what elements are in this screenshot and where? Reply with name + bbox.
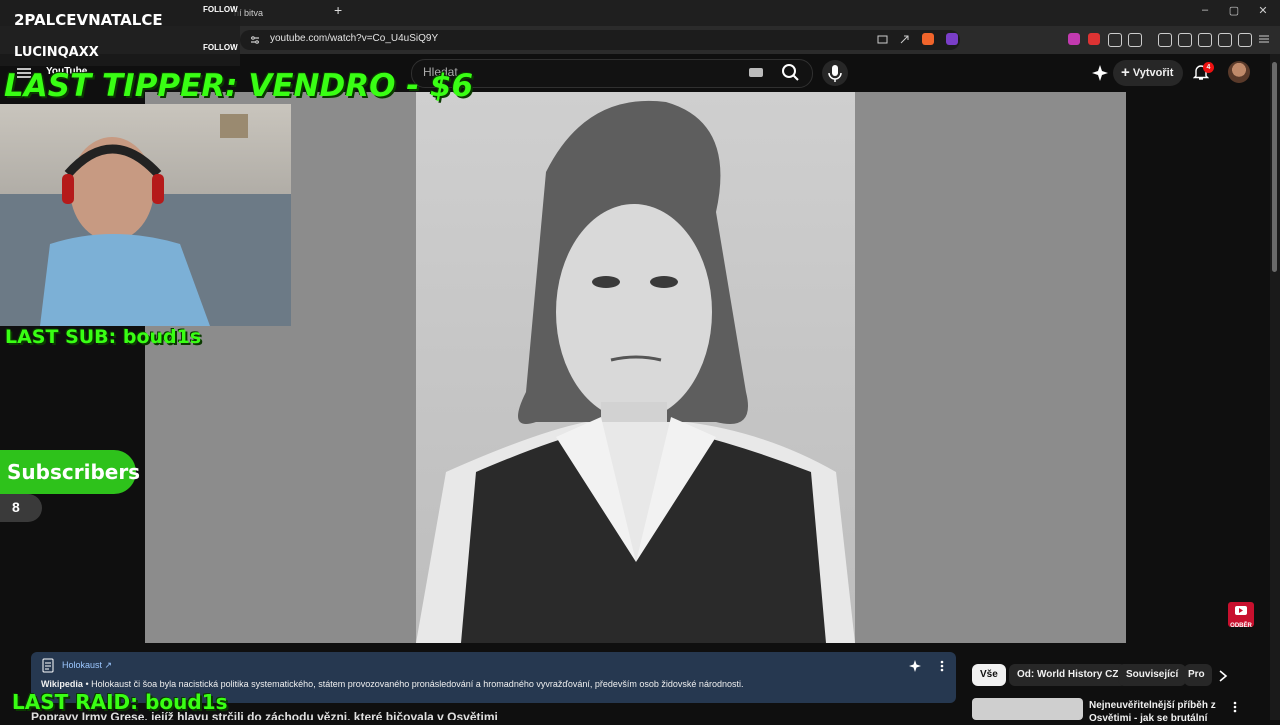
extension-icon[interactable]: [1068, 33, 1080, 45]
webcam-overlay: [0, 104, 291, 326]
account-avatar[interactable]: [1228, 61, 1250, 83]
subscribers-count-pill: [0, 494, 42, 522]
puzzle-icon[interactable]: [1108, 33, 1122, 47]
subscribers-count: 8: [12, 499, 20, 515]
info-text: Wikipedia • Holokaust či šoa byla nacist…: [41, 679, 743, 689]
channel-name: LUCINQAXX: [14, 45, 99, 60]
last-tipper-label: LAST TIPPER: VENDRO - $6: [4, 68, 474, 104]
maximize-button[interactable]: ▢: [1224, 4, 1244, 20]
portrait-image: [416, 100, 855, 643]
video-frame-portrait: [416, 92, 855, 643]
plus-icon: +: [1121, 64, 1130, 81]
youtube-play-icon: [1235, 606, 1247, 615]
scrollbar-thumb[interactable]: [1272, 62, 1277, 272]
ai-sparkle-icon[interactable]: [908, 659, 922, 673]
webcam-image: [0, 114, 291, 326]
ai-sparkle-icon[interactable]: [1091, 64, 1109, 82]
holokaust-link[interactable]: Holokaust ↗: [62, 660, 112, 671]
last-raid-label: LAST RAID: boud1s: [12, 690, 228, 714]
channel-name: 2PALCEVNATALCE: [14, 11, 163, 29]
chevron-right-icon[interactable]: [1217, 669, 1229, 683]
brave-rewards-icon[interactable]: [946, 33, 958, 45]
more-options-icon[interactable]: [1230, 700, 1240, 714]
wallet-icon[interactable]: [1198, 33, 1212, 47]
cast-icon[interactable]: [877, 35, 888, 45]
channel-watermark-button[interactable]: ODBĚR: [1228, 602, 1254, 629]
follow-button[interactable]: FOLLOW: [203, 5, 238, 14]
right-sidebar: [1126, 92, 1270, 643]
chip-from-channel[interactable]: Od: World History CZ: [1009, 664, 1127, 686]
browser-tab[interactable]: ní bitva: [234, 4, 330, 26]
share-icon[interactable]: [899, 34, 910, 45]
microphone-icon: [828, 65, 842, 82]
voice-search-button[interactable]: [822, 60, 848, 86]
follow-button[interactable]: FOLLOW: [203, 43, 238, 52]
subscribe-watermark-label: ODBĚR: [1230, 623, 1252, 629]
site-info-icon[interactable]: [250, 35, 260, 45]
chip-for-you[interactable]: Pro: [1184, 664, 1212, 686]
last-sub-label: LAST SUB: boud1s: [5, 326, 202, 348]
chip-related[interactable]: Související: [1118, 664, 1187, 686]
new-tab-button[interactable]: +: [334, 2, 348, 22]
vpn-icon[interactable]: [1238, 33, 1252, 47]
recommendation-thumbnail[interactable]: [972, 698, 1083, 720]
more-options-icon[interactable]: [937, 659, 947, 673]
url-text[interactable]: youtube.com/watch?v=Co_U4uSiQ9Y: [270, 33, 438, 44]
screenshot-icon[interactable]: [1128, 33, 1142, 47]
sidebar-icon[interactable]: [1178, 33, 1192, 47]
brave-shield-icon[interactable]: [922, 33, 934, 45]
info-source[interactable]: Wikipedia: [41, 679, 83, 689]
recommendation-title[interactable]: Nejneuvěřitelnější příběh z Osvětimi - j…: [1089, 699, 1229, 725]
leo-ai-icon[interactable]: [1218, 33, 1232, 47]
notification-badge: 4: [1203, 62, 1214, 73]
document-icon: [42, 658, 54, 673]
close-window-button[interactable]: ✕: [1253, 4, 1273, 20]
music-icon[interactable]: [1158, 33, 1172, 47]
minimize-button[interactable]: –: [1195, 4, 1215, 20]
info-description: • Holokaust či šoa byla nacistická polit…: [82, 679, 744, 689]
menu-icon[interactable]: [1258, 33, 1270, 45]
extension-icon[interactable]: [1088, 33, 1100, 45]
chip-all[interactable]: Vše: [972, 664, 1006, 686]
keyboard-icon[interactable]: [749, 68, 763, 77]
create-button[interactable]: + Vytvořit: [1113, 60, 1183, 86]
subscribers-label: Subscribers: [7, 460, 141, 484]
search-icon[interactable]: [773, 60, 809, 85]
create-label: Vytvořit: [1132, 67, 1174, 79]
